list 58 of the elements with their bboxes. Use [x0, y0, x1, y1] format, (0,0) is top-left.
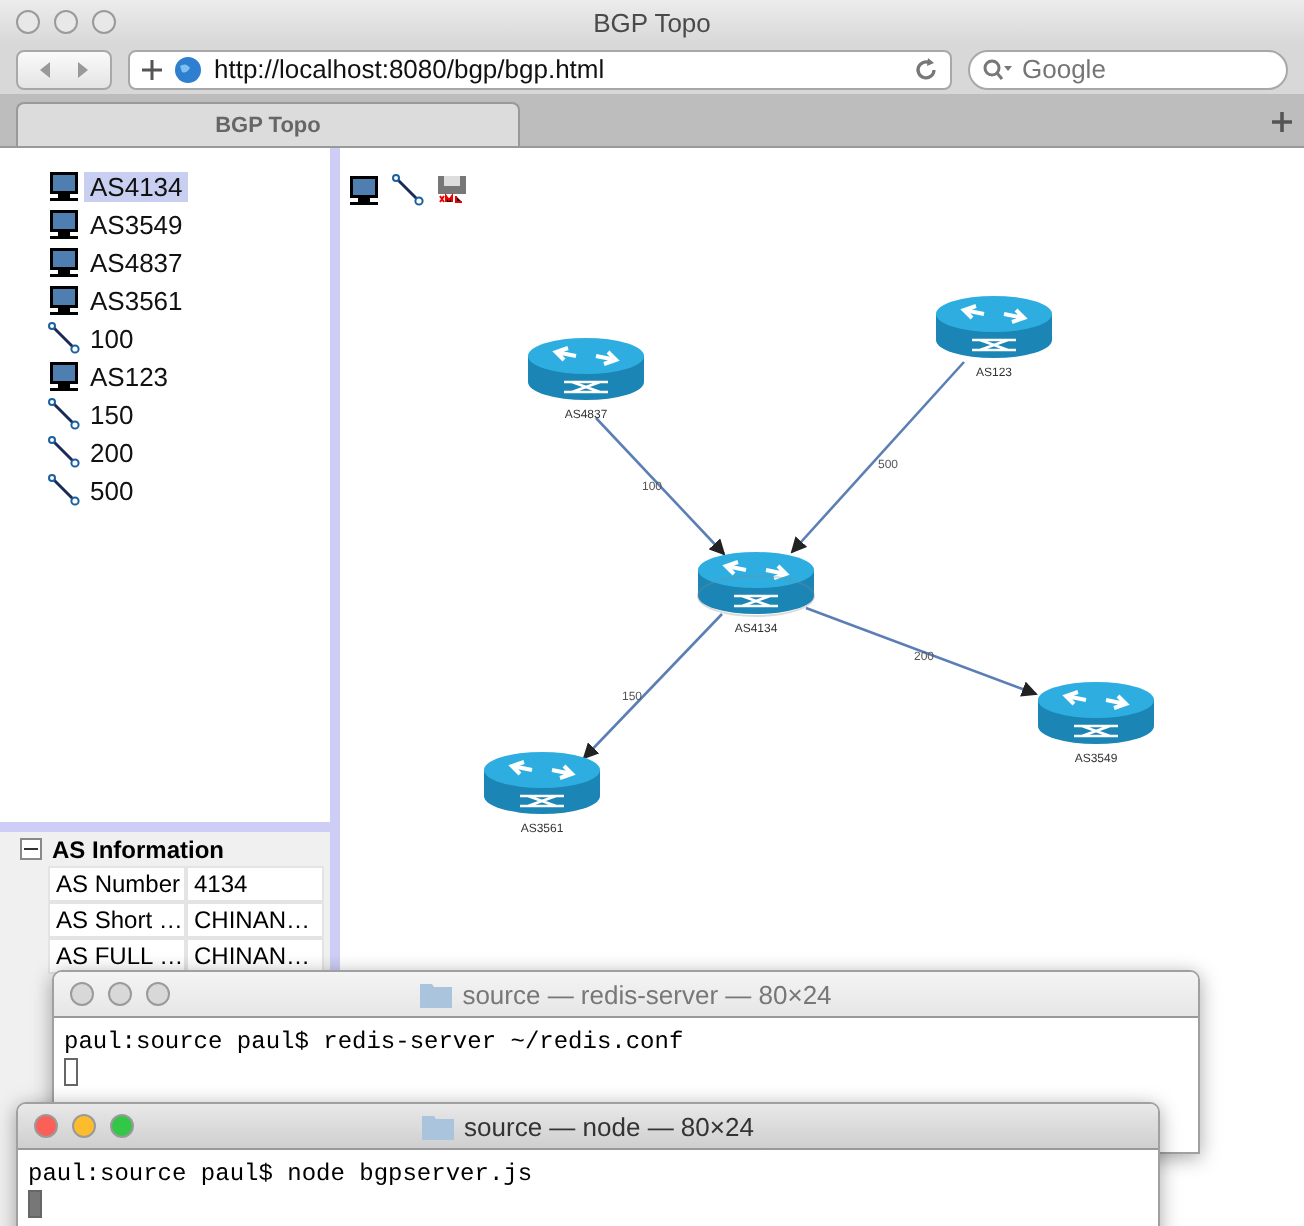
tree-item[interactable]: 200 — [84, 437, 140, 467]
property-cell: AS Short … — [48, 902, 186, 938]
router-icon[interactable] — [528, 338, 644, 400]
property-cell: AS FULL … — [48, 938, 186, 974]
terminal-line: paul:source paul$ redis-server ~/redis.conf — [64, 1028, 686, 1058]
link-icon — [392, 174, 424, 206]
value-cell: CHINAN… — [186, 902, 324, 938]
router-icon[interactable] — [484, 752, 600, 814]
browser-tab[interactable]: BGP Topo — [16, 102, 520, 146]
monitor-icon — [48, 170, 80, 202]
reload-icon[interactable] — [914, 57, 938, 81]
window-control-icon[interactable] — [72, 1114, 96, 1138]
window-control-icon[interactable] — [146, 982, 170, 1006]
tree-item[interactable]: AS123 — [84, 361, 175, 391]
value-cell: 4134 — [186, 866, 324, 902]
terminal-title: source — node — 80×24 — [464, 1111, 754, 1141]
tree-item[interactable]: 100 — [84, 323, 140, 353]
router-icon[interactable] — [697, 552, 815, 617]
plus-icon[interactable] — [142, 59, 162, 79]
tree-item[interactable]: AS3549 — [84, 209, 189, 239]
window-control-icon[interactable] — [92, 10, 116, 34]
collapse-toggle[interactable] — [20, 838, 42, 860]
window-control-icon[interactable] — [110, 1114, 134, 1138]
router-icon[interactable] — [1038, 682, 1154, 744]
address-field[interactable]: http://localhost:8080/bgp/bgp.html — [128, 49, 952, 89]
link-icon — [48, 322, 80, 354]
tree-item[interactable]: 150 — [84, 399, 140, 429]
monitor-icon — [348, 174, 380, 206]
globe-icon — [174, 55, 202, 83]
link-icon — [48, 474, 80, 506]
folder-icon — [420, 981, 453, 1007]
window-title: BGP Topo — [591, 7, 713, 37]
window-control-icon[interactable] — [108, 982, 132, 1006]
panel-title: AS Information — [52, 835, 224, 863]
monitor-icon — [48, 360, 80, 392]
tree-item[interactable]: AS4837 — [84, 247, 189, 277]
link-icon — [48, 436, 80, 468]
edge-arrow — [595, 417, 726, 556]
monitor-icon — [48, 208, 80, 240]
window-control-icon[interactable] — [70, 982, 94, 1006]
window-control-icon[interactable] — [34, 1114, 58, 1138]
property-cell: AS Number — [48, 866, 186, 902]
save-xml-icon[interactable] — [436, 174, 468, 206]
router-icon[interactable] — [936, 296, 1052, 358]
tree-item[interactable]: AS4134 — [84, 171, 189, 201]
link-icon — [48, 398, 80, 430]
back-forward-button[interactable] — [16, 49, 112, 89]
tree-item[interactable]: 500 — [84, 475, 140, 505]
window-control-icon[interactable] — [16, 10, 40, 34]
terminal-title: source — redis-server — 80×24 — [462, 979, 832, 1009]
monitor-icon — [48, 284, 80, 316]
search-field[interactable]: Google — [968, 49, 1288, 89]
folder-icon — [422, 1113, 455, 1139]
terminal-line: paul:source paul$ node bgpserver.js — [28, 1160, 535, 1190]
new-tab-icon[interactable] — [1272, 112, 1292, 132]
tree-item[interactable]: AS3561 — [84, 285, 189, 315]
monitor-icon — [48, 246, 80, 278]
window-control-icon[interactable] — [54, 10, 78, 34]
